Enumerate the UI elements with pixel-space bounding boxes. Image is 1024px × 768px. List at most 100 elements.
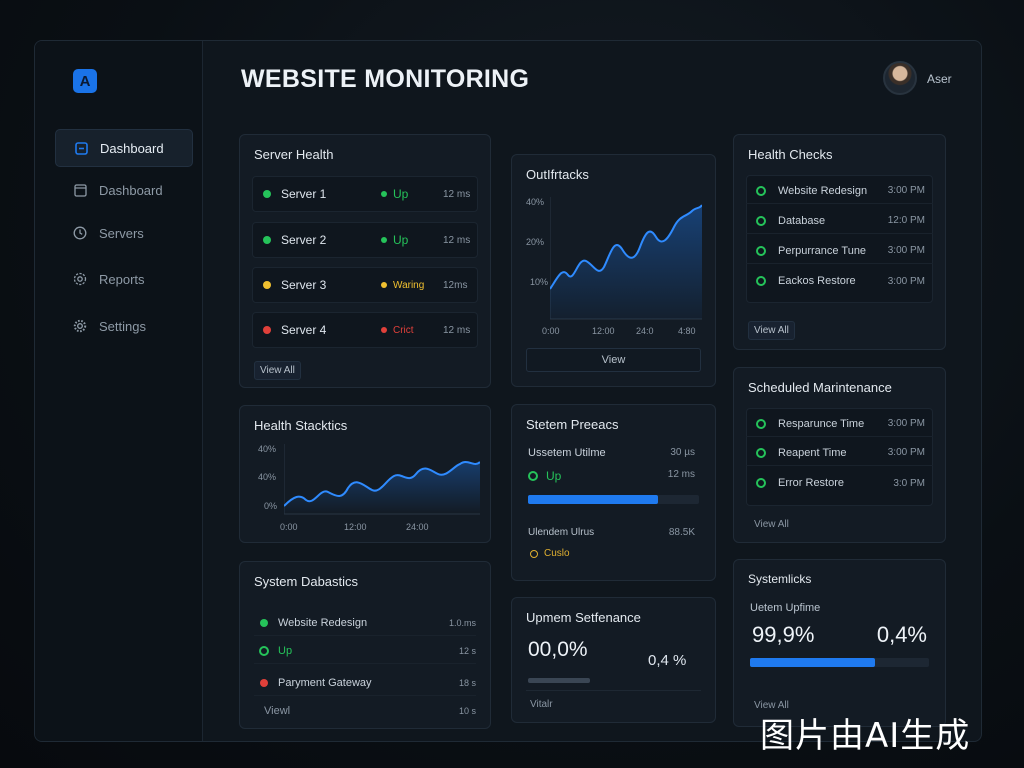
progress-fill (750, 658, 876, 667)
sidebar-item-servers[interactable]: Servers (55, 214, 193, 252)
server-health-card: Server Health Server 1 Up 12 ms Server 2… (239, 134, 491, 388)
clock-icon (73, 226, 87, 240)
uptime-label: Ussetem Utilme (528, 447, 606, 459)
up-value: 12 ms (667, 469, 695, 480)
status-dot (263, 281, 271, 289)
server-latency: 12 ms (443, 324, 471, 336)
y-tick: 0% (264, 501, 278, 511)
divider (526, 690, 701, 691)
diag-value: 10 s (458, 706, 476, 716)
check-time: 3:00 PM (887, 185, 925, 196)
sidebar-item-label: Reports (99, 271, 145, 287)
check-row[interactable]: Database 12:0 PM (746, 208, 933, 234)
server-row[interactable]: Server 2 Up 12 ms (252, 222, 478, 258)
server-latency: 12ms (443, 279, 468, 291)
check-row[interactable]: Website Redesign 3:00 PM (746, 178, 933, 204)
sidebar-item-dashboard[interactable]: Dashboard (55, 129, 193, 167)
check-label: Perpurrance Tune (778, 244, 867, 257)
uptime-progress (528, 495, 699, 504)
check-time: 3:00 PM (887, 275, 925, 287)
maintenance-time: 3:00 PM (887, 418, 925, 429)
diag-label: Up (278, 644, 293, 657)
gear-small-icon (73, 272, 87, 286)
status-ring (756, 245, 766, 256)
check-row[interactable]: Eackos Restore 3:00 PM (746, 268, 933, 294)
watermark: 图片由AI生成 (760, 716, 971, 756)
status-ring (756, 447, 766, 458)
maintenance-row[interactable]: Error Restore 3:0 PM (746, 470, 933, 496)
view-link[interactable]: Viewl (264, 705, 459, 717)
x-tick: 24:0 (636, 326, 654, 336)
diag-label: Website Redesign (278, 616, 368, 629)
status-ring (259, 645, 269, 656)
view-all-button[interactable]: View All (254, 361, 301, 380)
outchecks-card: OutIfrtacks 40% 20% 10% 0:00 12:00 24:0 … (511, 154, 716, 387)
y-tick: 20% (526, 237, 545, 247)
status-ring (528, 471, 538, 481)
server-status: Up (393, 233, 409, 247)
view-link[interactable]: Vitalr (530, 699, 553, 710)
app-window: A Dashboard Dashboard Servers Reports Se… (34, 40, 982, 742)
maintenance-label: Error Restore (778, 477, 845, 489)
avatar[interactable] (883, 61, 917, 95)
x-tick: 0:00 (280, 522, 298, 532)
downtime-value: 0,4% (876, 622, 927, 647)
status-ring (756, 418, 766, 429)
server-row[interactable]: Server 4 Crict 12 ms (252, 312, 478, 348)
dashboard-icon (74, 141, 88, 155)
sidebar-item-settings[interactable]: Settings (55, 307, 193, 345)
card-title: Scheduled Marintenance (748, 380, 892, 395)
maintenance-row[interactable]: Resparunce Time 3:00 PM (746, 411, 933, 437)
server-name: Server 4 (281, 323, 327, 337)
maintenance-row[interactable]: Reapent Time 3:00 PM (746, 440, 933, 466)
second-value: 88.5K (668, 527, 695, 538)
check-label: Database (778, 214, 826, 227)
uptime-value: 99,9% (752, 622, 815, 647)
system-prefs-card: Stetem Preeacs Ussetem Utilme 30 µs Up 1… (511, 404, 716, 581)
x-tick: 12:00 (344, 522, 367, 532)
server-row[interactable]: Server 1 Up 12 ms (252, 176, 478, 212)
sidebar-item-reports[interactable]: Reports (55, 260, 193, 298)
x-tick: 24:00 (406, 522, 429, 532)
sidebar-item-label: Dashboard (100, 140, 164, 156)
diag-value: 12 s (458, 645, 476, 656)
view-all-button[interactable]: View All (748, 321, 795, 340)
diag-row[interactable]: Up 12 s (254, 638, 476, 664)
status-dot (260, 678, 268, 687)
uptime-value: 30 µs (670, 447, 695, 458)
diag-row[interactable]: Website Redesign 1.0.ms (254, 610, 476, 636)
card-title: System Dabastics (254, 574, 359, 589)
username[interactable]: Aser (927, 72, 952, 86)
diag-row[interactable]: Paryment Gateway 18 s (254, 670, 476, 696)
diag-value: 1.0.ms (448, 617, 476, 628)
server-status: Up (393, 187, 409, 201)
view-all-link[interactable]: View All (754, 519, 789, 530)
server-name: Server 3 (281, 278, 327, 292)
diag-value: 18 s (458, 677, 476, 688)
subtitle: Uetem Upfime (750, 602, 821, 614)
y-tick: 40% (526, 197, 545, 207)
maintenance-label: Resparunce Time (778, 417, 865, 430)
card-title: Health Stacktics (254, 418, 348, 433)
view-button[interactable]: View (526, 348, 701, 372)
y-tick: 10% (530, 277, 549, 287)
sidebar-item-label: Servers (99, 225, 144, 241)
status-ring (756, 185, 766, 196)
sidebar-item-dashboard-2[interactable]: Dashboard (55, 171, 193, 209)
check-row[interactable]: Perpurrance Tune 3:00 PM (746, 238, 933, 264)
maintenance-time: 3:00 PM (887, 447, 925, 458)
app-logo[interactable]: A (73, 69, 97, 93)
check-time: 3:00 PM (887, 245, 925, 256)
uptime-status-card: Upmem Setfenance 00,0% 0,4 % Vitalr (511, 597, 716, 723)
status-ring (756, 276, 766, 286)
diag-row[interactable]: Viewl 10 s (254, 698, 476, 724)
card-title: Health Checks (748, 147, 833, 162)
maintenance-time: 3:0 PM (893, 477, 925, 489)
server-row[interactable]: Server 3 Waring 12ms (252, 267, 478, 303)
check-label: Eackos Restore (778, 275, 856, 287)
status-dot (263, 236, 271, 244)
server-status: Crict (393, 324, 414, 336)
status-indicator (381, 327, 387, 333)
x-tick: 4:80 (678, 326, 696, 336)
server-status: Waring (393, 279, 425, 291)
